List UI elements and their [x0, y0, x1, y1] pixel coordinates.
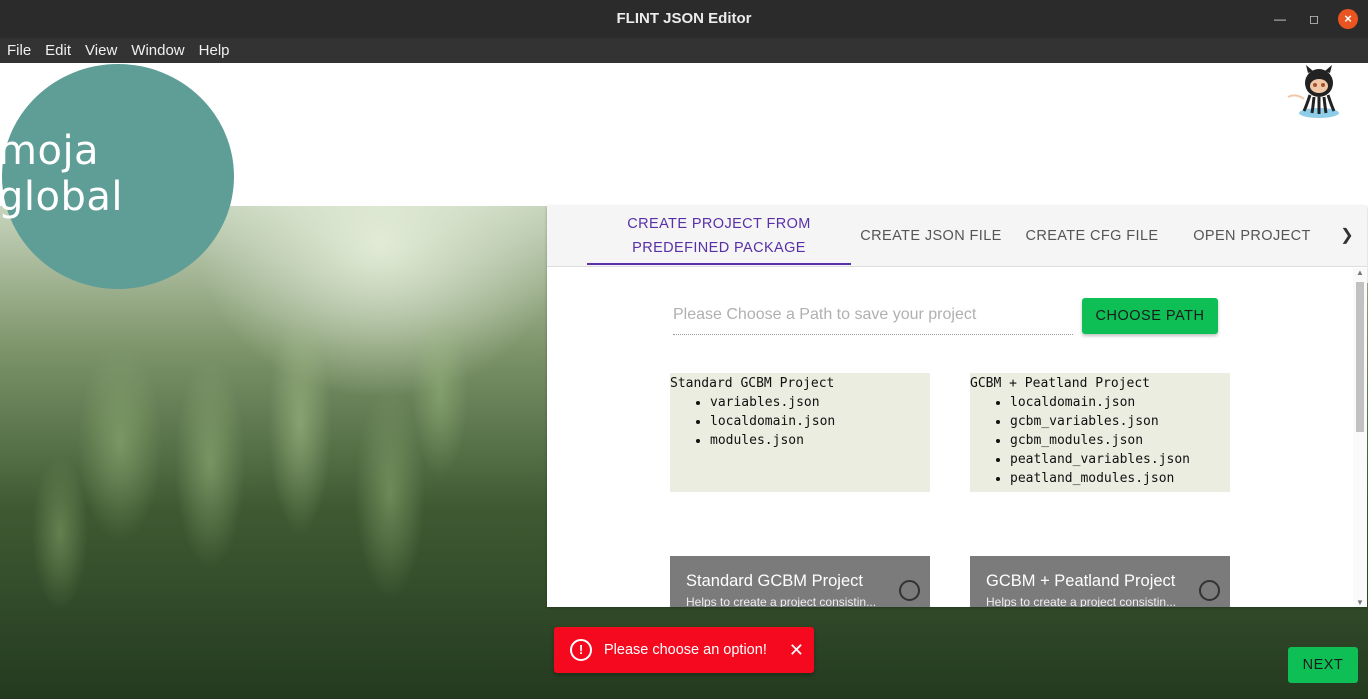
window-title: FLINT JSON Editor	[616, 10, 752, 27]
app-area: moja global CREATE PROJECT FROM PREDEFIN…	[0, 63, 1368, 699]
list-item: peatland_variables.json	[1010, 450, 1230, 469]
choose-path-button[interactable]: CHOOSE PATH	[1082, 298, 1218, 334]
title-bar: FLINT JSON Editor — ◻ ×	[0, 0, 1368, 38]
tab-create-cfg[interactable]: CREATE CFG FILE	[1011, 206, 1173, 266]
close-icon[interactable]: ✕	[789, 640, 804, 661]
menu-edit[interactable]: Edit	[38, 38, 78, 63]
minimize-icon[interactable]: —	[1270, 9, 1290, 29]
maximize-icon[interactable]: ◻	[1304, 9, 1324, 29]
list-item: gcbm_modules.json	[1010, 431, 1230, 450]
option-radio[interactable]	[1199, 580, 1220, 601]
scroll-down-icon[interactable]: ▼	[1356, 598, 1364, 607]
list-item: gcbm_variables.json	[1010, 412, 1230, 431]
scroll-up-icon[interactable]: ▲	[1356, 268, 1364, 277]
next-button[interactable]: NEXT	[1288, 647, 1358, 683]
package-title: Standard GCBM Project	[670, 376, 835, 391]
tab-create-json[interactable]: CREATE JSON FILE	[851, 206, 1011, 266]
menu-window[interactable]: Window	[124, 38, 191, 63]
close-icon[interactable]: ×	[1338, 9, 1358, 29]
option-card-title: GCBM + Peatland Project	[986, 572, 1176, 590]
list-item: modules.json	[710, 431, 930, 450]
scroll-thumb[interactable]	[1356, 282, 1364, 432]
list-item: variables.json	[710, 393, 930, 412]
option-card-gcbm-peatland[interactable]: GCBM + Peatland Project Helps to create …	[970, 556, 1230, 607]
option-card-standard-gcbm[interactable]: Standard GCBM Project Helps to create a …	[670, 556, 930, 607]
tab-bar: CREATE PROJECT FROM PREDEFINED PACKAGE C…	[547, 206, 1367, 267]
panel-scrollbar[interactable]: ▲ ▼	[1353, 268, 1367, 607]
moja-global-logo: moja global	[0, 64, 234, 289]
active-tab-indicator	[587, 263, 851, 265]
error-toast: ! Please choose an option! ✕	[554, 627, 814, 673]
menu-view[interactable]: View	[78, 38, 124, 63]
menu-help[interactable]: Help	[192, 38, 237, 63]
option-card-title: Standard GCBM Project	[686, 572, 863, 590]
list-item: peatland_modules.json	[1010, 469, 1230, 488]
github-octocat-icon[interactable]	[1286, 63, 1342, 121]
package-file-list: GCBM + Peatland Project localdomain.json…	[970, 373, 1230, 492]
tab-create-project[interactable]: CREATE PROJECT FROM PREDEFINED PACKAGE	[587, 206, 851, 266]
error-icon: !	[570, 639, 592, 661]
menu-bar: File Edit View Window Help	[0, 38, 1368, 63]
option-card-subtitle: Helps to create a project consistin...	[986, 595, 1177, 607]
package-title: GCBM + Peatland Project	[970, 376, 1151, 391]
chevron-right-icon[interactable]: ❯	[1335, 224, 1359, 248]
logo-text: moja global	[0, 127, 123, 220]
list-item: localdomain.json	[1010, 393, 1230, 412]
toast-message: Please choose an option!	[604, 642, 767, 658]
option-card-subtitle: Helps to create a project consistin...	[686, 595, 877, 607]
option-radio[interactable]	[899, 580, 920, 601]
list-item: localdomain.json	[710, 412, 930, 431]
project-path-input[interactable]	[673, 296, 1073, 335]
tab-open-project[interactable]: OPEN PROJECT	[1173, 206, 1331, 266]
package-file-list: Standard GCBM Project variables.json loc…	[670, 373, 930, 492]
main-panel: CREATE PROJECT FROM PREDEFINED PACKAGE C…	[547, 206, 1367, 607]
menu-file[interactable]: File	[0, 38, 38, 63]
